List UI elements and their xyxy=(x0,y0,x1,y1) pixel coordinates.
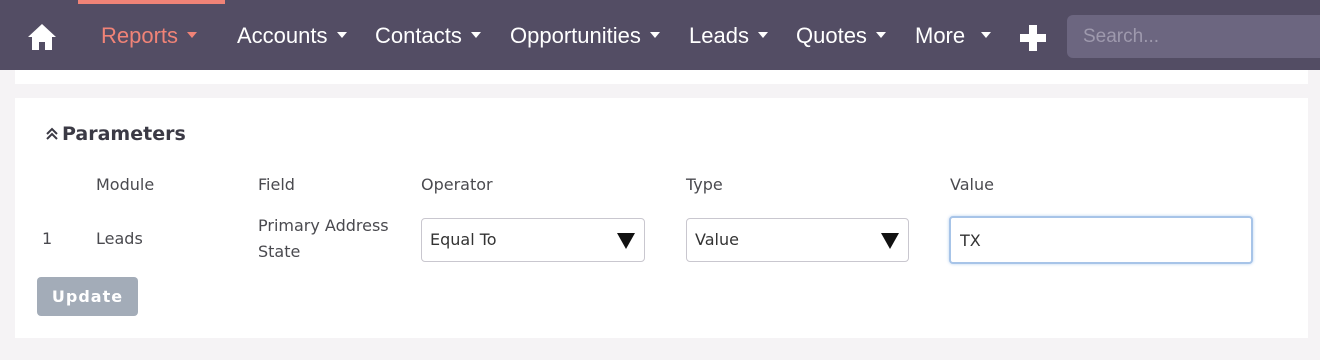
active-tab-indicator xyxy=(78,0,225,4)
nav-item-opportunities[interactable]: Opportunities xyxy=(510,22,660,50)
home-button[interactable] xyxy=(22,20,62,52)
top-navbar: Reports Accounts Contacts Opportunities … xyxy=(0,0,1320,70)
plus-icon xyxy=(1020,25,1046,51)
column-header-operator: Operator xyxy=(421,175,493,194)
nav-item-label: Opportunities xyxy=(510,23,641,48)
nav-item-reports[interactable]: Reports xyxy=(101,22,198,50)
operator-select[interactable]: Equal To xyxy=(421,218,645,262)
row-index: 1 xyxy=(42,229,53,248)
column-header-value: Value xyxy=(950,175,994,194)
chevron-down-icon xyxy=(187,32,198,39)
double-chevron-up-icon xyxy=(46,127,58,140)
nav-item-accounts[interactable]: Accounts xyxy=(237,22,347,50)
update-button[interactable]: Update xyxy=(37,277,138,316)
column-header-type: Type xyxy=(686,175,723,194)
type-select[interactable]: Value xyxy=(686,218,909,262)
dropdown-arrow-icon xyxy=(617,233,635,249)
chevron-down-icon xyxy=(470,32,481,39)
nav-item-label: Leads xyxy=(689,23,749,48)
chevron-down-icon xyxy=(757,32,768,39)
nav-item-label: More xyxy=(915,23,966,48)
quick-create-button[interactable] xyxy=(1018,23,1048,53)
nav-item-contacts[interactable]: Contacts xyxy=(375,22,481,50)
nav-item-leads[interactable]: Leads xyxy=(689,22,768,50)
column-header-field: Field xyxy=(258,175,295,194)
chevron-down-icon xyxy=(875,32,886,39)
nav-item-label: Quotes xyxy=(796,23,867,48)
row-module: Leads xyxy=(96,229,143,248)
chevron-down-icon xyxy=(336,32,347,39)
chevron-down-icon xyxy=(981,32,992,39)
search-input[interactable] xyxy=(1067,15,1320,58)
row-field-line2: State xyxy=(258,242,301,261)
panel-title: Parameters xyxy=(62,123,186,145)
operator-select-value: Equal To xyxy=(430,230,497,249)
chevron-down-icon xyxy=(649,32,660,39)
nav-item-quotes[interactable]: Quotes xyxy=(796,22,886,50)
row-field-line1: Primary Address xyxy=(258,216,389,235)
nav-item-label: Reports xyxy=(101,23,179,48)
value-input[interactable] xyxy=(949,216,1253,264)
content-strip xyxy=(15,70,1308,84)
parameters-panel-toggle[interactable]: Parameters xyxy=(45,120,186,148)
nav-item-label: Accounts xyxy=(237,23,328,48)
nav-item-label: Contacts xyxy=(375,23,462,48)
nav-item-more[interactable]: More xyxy=(915,22,992,50)
column-header-module: Module xyxy=(96,175,155,194)
home-icon xyxy=(28,24,56,50)
type-select-value: Value xyxy=(695,230,739,249)
dropdown-arrow-icon xyxy=(881,233,899,249)
